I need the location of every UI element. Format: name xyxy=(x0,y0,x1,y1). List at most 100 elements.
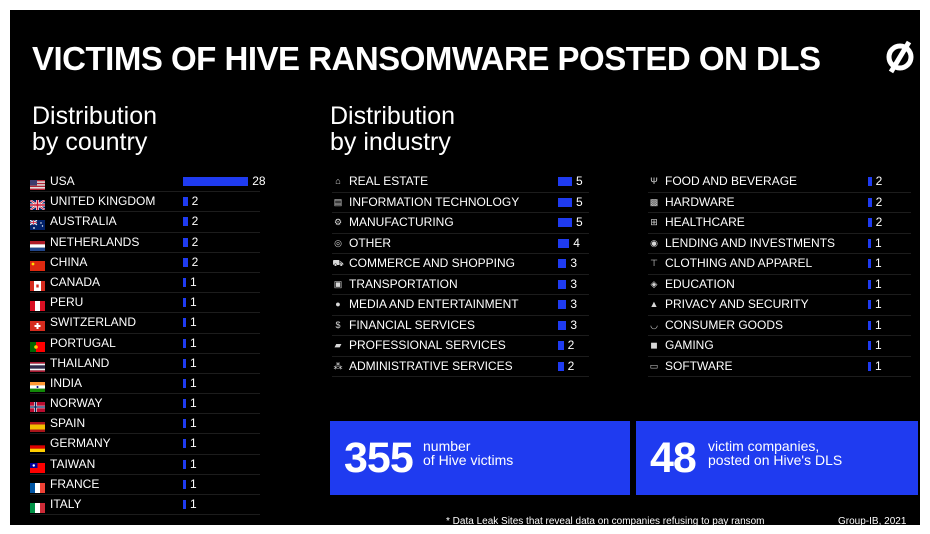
bar-row-switzerland: SWITZERLAND 1 xyxy=(30,313,260,334)
bar-value: 3 xyxy=(570,297,578,311)
th-flag-icon xyxy=(30,359,45,372)
bar-label: PORTUGAL xyxy=(50,335,116,350)
bar-norway xyxy=(183,399,186,409)
ca-flag-icon xyxy=(30,278,45,291)
bus-icon: ▣ xyxy=(333,278,343,289)
bar-value: 28 xyxy=(252,174,266,188)
bar-row-china: CHINA 2 xyxy=(30,253,260,273)
nl-flag-icon xyxy=(30,238,45,251)
bar-label: LENDING AND INVESTMENTS xyxy=(665,235,836,250)
bar-hardware xyxy=(868,197,872,207)
server-icon: ▤ xyxy=(333,196,343,207)
briefcase-icon: ▰ xyxy=(334,340,342,350)
bar-label: SOFTWARE xyxy=(665,358,733,373)
gb-flag-icon xyxy=(29,197,46,212)
cn-flag-icon xyxy=(30,258,45,271)
bar-value: 1 xyxy=(190,476,197,491)
bar-education xyxy=(868,279,871,289)
bar-value: 1 xyxy=(190,274,197,289)
bar-commerce-and-shopping xyxy=(558,259,567,268)
industry-bar-chart-left: ⌂ REAL ESTATE 5 ▤ INFORMATION TECHNOLOGY 5 ⚙ MA… xyxy=(332,172,589,377)
bar-row-food-and-beverage: Ψ FOOD AND BEVERAGE 2 xyxy=(648,172,911,193)
industry-bar-chart-right: Ψ FOOD AND BEVERAGE 2 ▩ HARDWARE 2 ⊞ HEALTHCARE… xyxy=(648,172,911,377)
bar-row-financial-services: $ FINANCIAL SERVICES 3 xyxy=(332,316,589,336)
no-flag-icon xyxy=(30,399,45,413)
bar-value: 1 xyxy=(190,315,197,330)
shirt-icon: ⊤ xyxy=(650,258,658,268)
bar-row-healthcare: ⊞ HEALTHCARE 2 xyxy=(648,213,911,234)
bar-row-administrative-services: ⁂ ADMINISTRATIVE SERVICES 2 xyxy=(332,357,589,377)
bar-label: COMMERCE AND SHOPPING xyxy=(349,256,516,270)
bar-italy xyxy=(183,500,186,509)
bar-row-other: ◎ OTHER 4 xyxy=(332,234,589,254)
bar-real-estate xyxy=(558,177,572,186)
bar-row-netherlands: NETHERLANDS 2 xyxy=(30,233,260,253)
bar-row-manufacturing: ⚙ MANUFACTURING 5 xyxy=(332,213,589,234)
bar-row-information-technology: ▤ INFORMATION TECHNOLOGY 5 xyxy=(332,193,589,213)
bar-value: 1 xyxy=(190,436,197,451)
au-flag-icon xyxy=(29,217,45,231)
bar-label: TAIWAN xyxy=(50,456,96,471)
bar-label: MANUFACTURING xyxy=(349,215,454,229)
bar-row-spain: SPAIN 1 xyxy=(30,414,260,435)
bar-value: 1 xyxy=(875,235,882,250)
bar-value: 1 xyxy=(875,317,882,332)
bar-australia xyxy=(183,217,188,227)
bar-gaming xyxy=(868,341,871,350)
bar-administrative-services xyxy=(558,361,564,371)
bar-consumer-goods xyxy=(868,320,871,330)
bar-switzerland xyxy=(183,318,186,328)
bar-row-professional-services: ▰ PROFESSIONAL SERVICES 2 xyxy=(332,336,589,357)
bar-label: INFORMATION TECHNOLOGY xyxy=(349,194,520,209)
bar-row-education: ◈ EDUCATION 1 xyxy=(648,275,911,295)
bar-row-france: FRANCE 1 xyxy=(30,475,260,495)
bar-value: 2 xyxy=(191,234,199,249)
circle-icon: ◎ xyxy=(334,237,342,248)
victims-count: 355 xyxy=(344,434,414,482)
bar-india xyxy=(183,378,186,388)
bar-portugal xyxy=(183,338,186,348)
fork-knife-icon: Ψ xyxy=(650,176,658,186)
bar-lending-and-investments xyxy=(868,238,871,248)
bar-value: 1 xyxy=(190,416,197,431)
bar-transportation xyxy=(558,279,567,289)
bar-row-portugal: PORTUGAL 1 xyxy=(30,334,260,354)
infographic-panel: VICTIMS OF HIVE RANSOMWARE POSTED ON DLS… xyxy=(10,10,920,527)
bar-label: CHINA xyxy=(50,254,88,269)
bar-usa xyxy=(183,177,249,186)
bar-row-norway: NORWAY 1 xyxy=(30,394,260,415)
bar-label: PERU xyxy=(50,295,84,310)
bar-food-and-beverage xyxy=(868,177,872,186)
bar-canada xyxy=(183,277,186,287)
pt-flag-icon xyxy=(30,339,45,352)
country-bar-chart: USA 28 UNITED KINGDOM 2 AUSTRALIA 2 NETHERLAND… xyxy=(29,172,266,516)
bar-row-italy: ITALY 1 xyxy=(30,495,260,516)
bar-row-thailand: THAILAND 1 xyxy=(30,354,260,374)
bar-label: UNITED KINGDOM xyxy=(50,194,156,209)
bar-label: SPAIN xyxy=(50,416,86,431)
bar-label: FOOD AND BEVERAGE xyxy=(665,174,798,188)
bar-label: PROFESSIONAL SERVICES xyxy=(349,338,506,352)
bar-value: 3 xyxy=(570,276,578,291)
chip-icon: ▩ xyxy=(649,196,659,207)
bar-financial-services xyxy=(558,320,567,330)
bar-row-lending-and-investments: ◉ LENDING AND INVESTMENTS 1 xyxy=(648,234,911,254)
victims-count-label: number of Hive victims xyxy=(423,438,514,468)
cart-icon: ⛟ xyxy=(332,258,344,268)
bar-label: TRANSPORTATION xyxy=(349,276,458,291)
lock-icon: ▲ xyxy=(649,299,659,309)
bar-information-technology xyxy=(558,197,572,207)
bar-netherlands xyxy=(183,237,188,247)
bar-label: EDUCATION xyxy=(665,276,735,291)
bar-value: 2 xyxy=(567,338,575,352)
ch-flag-icon xyxy=(30,318,45,332)
bar-value: 2 xyxy=(875,194,883,209)
bar-label: SWITZERLAND xyxy=(50,315,137,330)
bar-row-usa: USA 28 xyxy=(30,172,266,193)
page-title: VICTIMS OF HIVE RANSOMWARE POSTED ON DLS xyxy=(32,40,821,77)
bar-label: CANADA xyxy=(50,274,101,289)
bar-value: 1 xyxy=(190,456,197,471)
bar-value: 2 xyxy=(191,194,199,209)
bar-row-consumer-goods: ◡ CONSUMER GOODS 1 xyxy=(648,316,911,336)
bar-value: 1 xyxy=(875,358,882,373)
